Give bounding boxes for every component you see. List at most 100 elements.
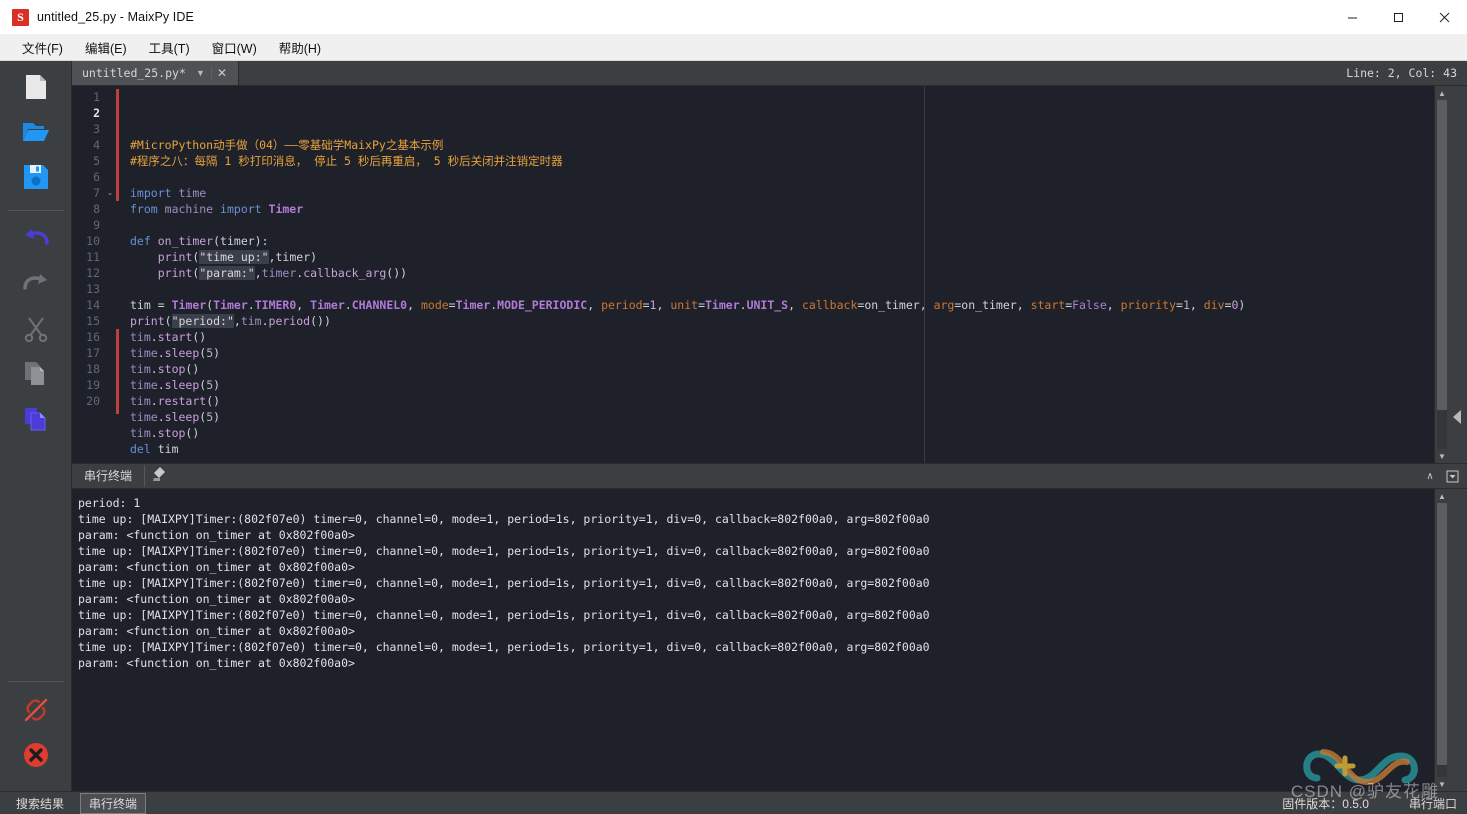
code-line: #程序之八：每隔 1 秒打印消息， 停止 5 秒后再重启， 5 秒后关闭并注销定… — [130, 154, 563, 168]
line-number: 15 — [86, 314, 100, 328]
menu-window[interactable]: 窗口(W) — [202, 35, 267, 60]
window-controls — [1329, 0, 1467, 34]
line-number: 14 — [86, 298, 100, 312]
terminal-line: time up: [MAIXPY]Timer:(802f07e0) timer=… — [78, 576, 930, 590]
redo-icon — [22, 273, 49, 299]
paste-icon — [23, 406, 49, 437]
terminal-scroll-track[interactable] — [1437, 503, 1447, 777]
left-toolbar — [0, 61, 72, 791]
maximize-button[interactable] — [1375, 0, 1421, 34]
redo-button — [16, 266, 56, 306]
terminal-output[interactable]: period: 1 time up: [MAIXPY]Timer:(802f07e… — [72, 489, 1434, 791]
title-bar: S untitled_25.py - MaixPy IDE — [0, 0, 1467, 34]
code-editor[interactable]: 1 2 3 4 5 6 7 8 9 10 11 12 13 14 15 16 17 18 19 20 ⌄ #Micro… — [72, 86, 1467, 463]
maximize-panel-icon[interactable] — [1441, 465, 1463, 487]
minimize-button[interactable] — [1329, 0, 1375, 34]
line-number: 6 — [93, 170, 100, 184]
line-number: 5 — [93, 154, 100, 168]
line-number: 11 — [86, 250, 100, 264]
toolbar-separator-1 — [7, 210, 64, 211]
editor-vertical-scrollbar[interactable]: ▲ ▼ — [1434, 86, 1449, 463]
code-line: tim.start() — [130, 330, 207, 344]
copy-icon — [23, 361, 49, 392]
code-line: tim.stop() — [130, 426, 200, 440]
terminal-scroll-down-arrow-icon[interactable]: ▼ — [1435, 777, 1449, 791]
undo-icon — [23, 228, 49, 254]
open-folder-icon — [22, 119, 50, 150]
new-file-button[interactable] — [16, 69, 56, 109]
panel-expander-icon[interactable] — [1453, 410, 1461, 424]
serial-port-label: 串行端口 — [1408, 796, 1457, 811]
line-number: 7 — [93, 186, 100, 200]
fold-column[interactable]: ⌄ — [104, 86, 116, 463]
window-title: untitled_25.py - MaixPy IDE — [37, 10, 194, 24]
terminal-line: param: <function on_timer at 0x802f00a0> — [78, 624, 355, 638]
terminal-line: period: 1 — [78, 496, 141, 510]
code-line: print("param:",timer.callback_arg()) — [157, 266, 408, 280]
status-tab-search-results[interactable]: 搜索结果 — [8, 794, 72, 813]
status-tab-serial-terminal[interactable]: 串行终端 — [80, 792, 147, 814]
terminal-scroll-up-arrow-icon[interactable]: ▲ — [1435, 489, 1449, 503]
save-file-icon — [23, 164, 49, 195]
line-number: 12 — [86, 266, 100, 280]
clear-terminal-button[interactable] — [145, 465, 173, 487]
terminal-panel[interactable]: period: 1 time up: [MAIXPY]Timer:(802f07e… — [72, 489, 1467, 791]
stop-button[interactable] — [16, 737, 56, 777]
terminal-line: time up: [MAIXPY]Timer:(802f07e0) timer=… — [78, 608, 930, 622]
clear-terminal-icon — [151, 466, 167, 487]
disconnect-button[interactable] — [16, 692, 56, 732]
line-number: 13 — [86, 282, 100, 296]
collapse-panel-icon[interactable]: ∧ — [1419, 465, 1441, 487]
editor-tab-untitled-25[interactable]: untitled_25.py* ▼ ✕ — [72, 61, 239, 85]
terminal-right-edge — [1449, 489, 1467, 791]
line-number: 19 — [86, 378, 100, 392]
line-number: 16 — [86, 330, 100, 344]
app-icon: S — [12, 8, 29, 26]
line-number: 9 — [93, 218, 100, 232]
paste-button[interactable] — [16, 401, 56, 441]
open-folder-button[interactable] — [16, 114, 56, 154]
firmware-version-label: 固件版本：0.5.0 — [1282, 796, 1369, 811]
save-file-button[interactable] — [16, 159, 56, 199]
code-line: print("time up:",timer) — [157, 250, 318, 264]
line-number: 3 — [93, 122, 100, 136]
undo-button[interactable] — [16, 221, 56, 261]
menu-edit[interactable]: 编辑(E) — [75, 35, 137, 60]
status-bar: 搜索结果 串行终端 固件版本：0.5.0 串行端口 — [0, 791, 1467, 814]
menu-help[interactable]: 帮助(H) — [269, 35, 331, 60]
line-number: 1 — [93, 90, 100, 104]
scroll-up-arrow-icon[interactable]: ▲ — [1435, 86, 1449, 100]
line-number: 18 — [86, 362, 100, 376]
line-number: 17 — [86, 346, 100, 360]
code-text[interactable]: #MicroPython动手做（04）——零基础学MaixPy之基本示例 #程序之… — [119, 86, 1434, 463]
scroll-down-arrow-icon[interactable]: ▼ — [1435, 449, 1449, 463]
terminal-line: param: <function on_timer at 0x802f00a0> — [78, 592, 355, 606]
code-line: def on_timer(timer): — [130, 234, 269, 248]
terminal-line: time up: [MAIXPY]Timer:(802f07e0) timer=… — [78, 512, 930, 526]
fold-toggle-icon[interactable]: ⌄ — [104, 185, 116, 201]
terminal-vertical-scrollbar[interactable]: ▲ ▼ — [1434, 489, 1449, 791]
chevron-down-icon[interactable]: ▼ — [190, 68, 211, 78]
stop-icon — [22, 741, 50, 774]
line-number: 8 — [93, 202, 100, 216]
status-bar-right: 固件版本：0.5.0 串行端口 — [1242, 792, 1457, 814]
code-line: tim.stop() — [130, 362, 200, 376]
close-button[interactable] — [1421, 0, 1467, 34]
terminal-scroll-thumb — [1437, 503, 1447, 765]
menu-file[interactable]: 文件(F) — [12, 35, 73, 60]
menu-tools[interactable]: 工具(T) — [139, 35, 200, 60]
toolbar-separator-2 — [7, 681, 64, 682]
editor-scroll-track[interactable] — [1437, 100, 1447, 449]
close-icon[interactable]: ✕ — [210, 66, 232, 80]
